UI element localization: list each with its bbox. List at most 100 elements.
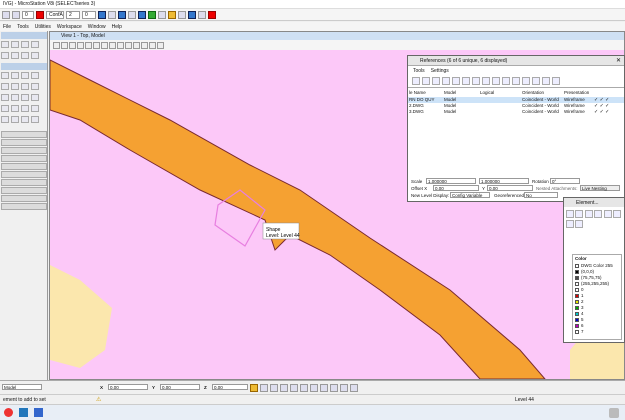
element-select-icon[interactable]: [566, 210, 574, 218]
view-attributes-icon[interactable]: [53, 41, 60, 49]
nested-combo[interactable]: Live Nesting: [580, 185, 620, 191]
element-cell-icon[interactable]: [612, 210, 621, 218]
window-area-icon[interactable]: [85, 41, 92, 49]
place-circle-icon[interactable]: [21, 72, 29, 79]
point-tool-icon[interactable]: [31, 116, 39, 123]
references-icon[interactable]: [198, 10, 206, 19]
chamfer-tool-icon[interactable]: [31, 94, 39, 101]
task-bar-8[interactable]: [1, 187, 47, 194]
fillet-tool-icon[interactable]: [21, 94, 29, 101]
close-file-icon[interactable]: [208, 10, 216, 19]
place-text-icon[interactable]: [31, 72, 39, 79]
offset-y-field[interactable]: 0.00: [487, 185, 533, 191]
rotate-reference-icon[interactable]: [462, 77, 470, 85]
menu-workspace[interactable]: Workspace: [57, 24, 82, 30]
array-tool-icon[interactable]: [31, 83, 39, 90]
georef-combo[interactable]: No: [524, 192, 558, 198]
camera-icon[interactable]: [157, 41, 164, 49]
snap-icon[interactable]: [158, 10, 166, 19]
move-tool-icon[interactable]: [31, 52, 39, 59]
arc-tool-icon[interactable]: [11, 41, 19, 48]
intersection-snap-icon[interactable]: [310, 384, 318, 392]
menu-help[interactable]: Help: [112, 24, 122, 30]
y-coordinate-field[interactable]: 0.00: [160, 384, 200, 390]
move-reference-icon[interactable]: [432, 77, 440, 85]
scale-reference-icon[interactable]: [452, 77, 460, 85]
scale-field-a[interactable]: 1.000000: [426, 178, 476, 184]
zoom-in-icon[interactable]: [69, 41, 76, 49]
references-menu-tools[interactable]: Tools: [413, 68, 425, 74]
task-bar-3[interactable]: [1, 147, 47, 154]
trim-tool-icon[interactable]: [1, 94, 9, 101]
origin-snap-icon[interactable]: [290, 384, 298, 392]
element-settings-icon[interactable]: [575, 220, 584, 228]
tool-section-main[interactable]: [1, 32, 47, 39]
task-bar-5[interactable]: [1, 163, 47, 170]
copy-view-icon[interactable]: [133, 41, 140, 49]
element-text-icon[interactable]: [603, 210, 612, 218]
copy-tool-icon[interactable]: [21, 52, 29, 59]
rotate-tool-icon[interactable]: [1, 83, 9, 90]
element-arc-icon[interactable]: [594, 210, 603, 218]
display-check-icon[interactable]: ✓ ✓ ✓: [594, 109, 609, 115]
element-zoom-icon[interactable]: [566, 220, 574, 228]
zoom-out-icon[interactable]: [77, 41, 84, 49]
task-bar-10[interactable]: [1, 203, 47, 210]
app-taskbar-icon[interactable]: [4, 408, 13, 417]
keypoint-snap-icon[interactable]: [250, 384, 258, 392]
clip-boundary-icon[interactable]: [482, 77, 490, 85]
menu-file[interactable]: File: [3, 24, 11, 30]
reference-settings-icon[interactable]: [552, 77, 560, 85]
menu-tools[interactable]: Tools: [17, 24, 29, 30]
level-combo[interactable]: 0: [22, 10, 34, 19]
mirror-reference-icon[interactable]: [472, 77, 480, 85]
tangent-snap-icon[interactable]: [320, 384, 328, 392]
color-row[interactable]: 7: [575, 329, 584, 335]
cell-tool-icon[interactable]: [21, 105, 29, 112]
delete-tool-icon[interactable]: [11, 52, 19, 59]
explorer-taskbar-icon[interactable]: [34, 408, 43, 417]
scale-field-b[interactable]: 1.000000: [479, 178, 529, 184]
col-header-logical[interactable]: Logical: [480, 90, 494, 95]
close-icon[interactable]: ✕: [616, 57, 621, 64]
view-icon[interactable]: [98, 10, 106, 19]
weight-combo[interactable]: 2: [66, 10, 80, 19]
place-line-icon[interactable]: [1, 72, 9, 79]
reload-reference-icon[interactable]: [512, 77, 520, 85]
view-next-icon[interactable]: [125, 41, 132, 49]
shape-tool-icon[interactable]: [21, 41, 29, 48]
level-manager-icon[interactable]: [12, 10, 20, 19]
group-tool-icon[interactable]: [31, 105, 39, 112]
pan-icon[interactable]: [138, 10, 146, 19]
offset-x-field[interactable]: 0.00: [433, 185, 479, 191]
clip-mask-icon[interactable]: [492, 77, 500, 85]
task-bar-6[interactable]: [1, 171, 47, 178]
col-header-orientation[interactable]: Orientation: [522, 90, 544, 95]
menu-window[interactable]: Window: [88, 24, 106, 30]
task-bar-9[interactable]: [1, 195, 47, 202]
task-bar-7[interactable]: [1, 179, 47, 186]
info-icon[interactable]: [188, 10, 196, 19]
place-arc-icon[interactable]: [11, 72, 19, 79]
clip-volume-icon[interactable]: [141, 41, 148, 49]
view-previous-icon[interactable]: [117, 41, 124, 49]
mirror-tool-icon[interactable]: [21, 83, 29, 90]
menu-utilities[interactable]: Utilities: [35, 24, 51, 30]
attach-reference-icon[interactable]: [412, 77, 420, 85]
rotation-field[interactable]: 0°: [550, 178, 580, 184]
center-snap-icon[interactable]: [280, 384, 288, 392]
system-tray-icon[interactable]: [609, 408, 619, 418]
task-bar-2[interactable]: [1, 139, 47, 146]
task-bar-1[interactable]: [1, 131, 47, 138]
linestyle-combo[interactable]: ConfA: [46, 10, 64, 19]
line-tool-icon[interactable]: [1, 41, 9, 48]
color-swatch-icon[interactable]: [36, 10, 44, 19]
tool-section-drawing[interactable]: [1, 63, 47, 70]
point-on-snap-icon[interactable]: [350, 384, 358, 392]
table-row-selected[interactable]: [408, 97, 624, 103]
fence-stretch-icon[interactable]: [21, 116, 29, 123]
modify-tool-icon[interactable]: [1, 52, 9, 59]
delete-clip-icon[interactable]: [502, 77, 510, 85]
fit-view-icon[interactable]: [93, 41, 100, 49]
scale-tool-icon[interactable]: [11, 83, 19, 90]
